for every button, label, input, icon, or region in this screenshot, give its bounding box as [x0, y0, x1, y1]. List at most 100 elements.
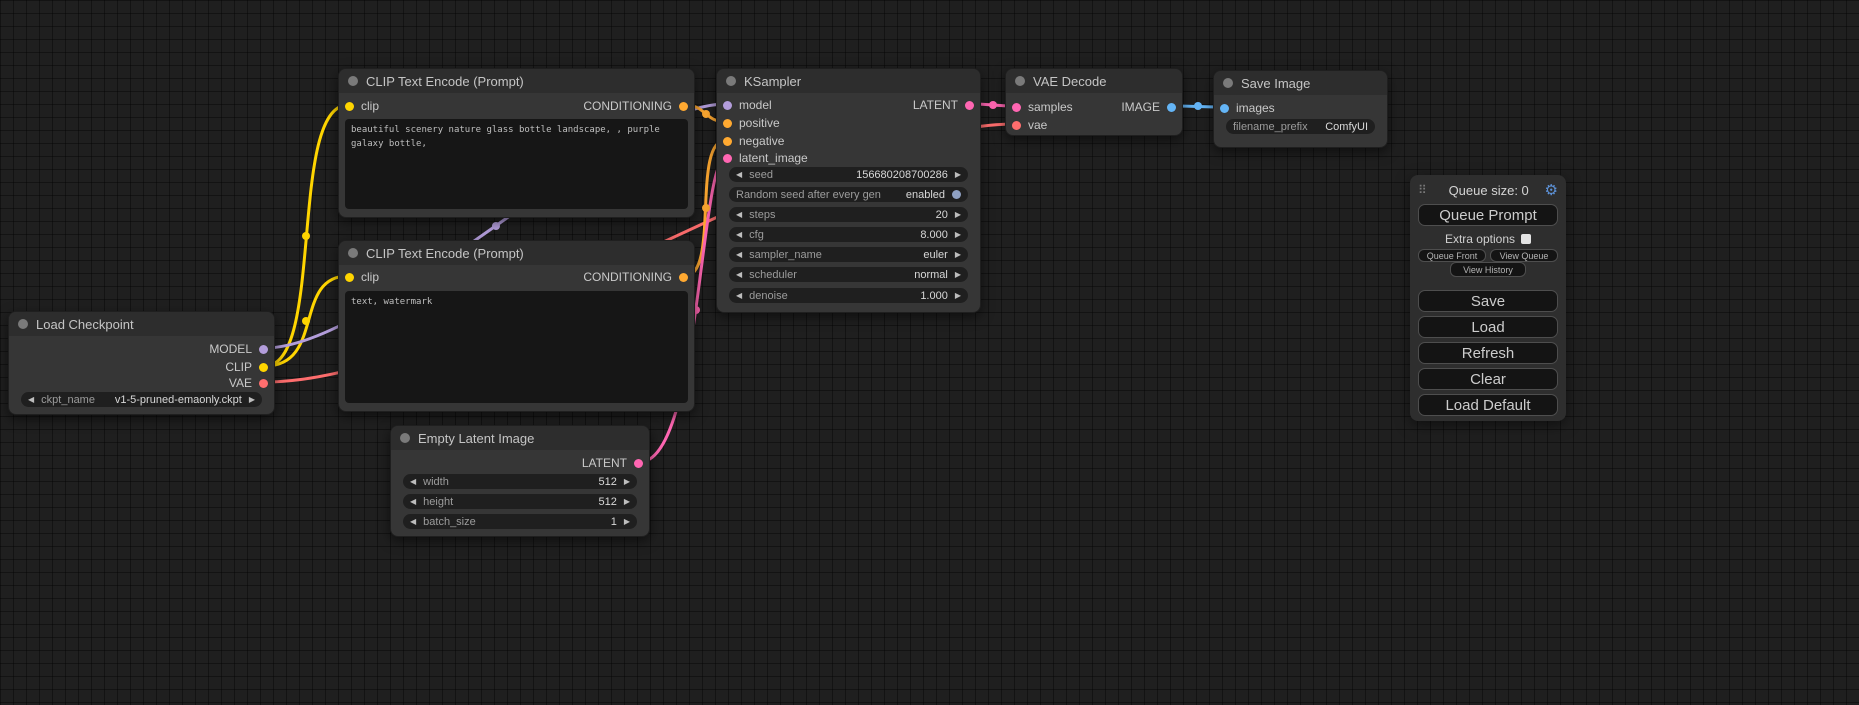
- input-port-samples[interactable]: [1012, 103, 1021, 112]
- filename-prefix-widget[interactable]: filename_prefix ComfyUI: [1226, 119, 1375, 134]
- prompt-text-area[interactable]: text, watermark: [345, 291, 688, 403]
- denoise-widget[interactable]: ◀ denoise 1.000 ▶: [729, 288, 968, 303]
- clear-button[interactable]: Clear: [1418, 368, 1558, 390]
- input-slot-images: images: [1220, 101, 1275, 115]
- decrement-arrow-icon[interactable]: ◀: [736, 292, 742, 300]
- increment-arrow-icon[interactable]: ▶: [624, 478, 630, 486]
- input-port-negative[interactable]: [723, 137, 732, 146]
- node-graph-canvas[interactable]: Load Checkpoint MODEL CLIP VAE ◀ ckpt_na…: [0, 0, 1859, 705]
- node-clip-text-encode-positive[interactable]: CLIP Text Encode (Prompt) clip CONDITION…: [338, 68, 695, 218]
- decrement-arrow-icon[interactable]: ◀: [736, 251, 742, 259]
- output-slot-latent: LATENT: [582, 456, 643, 470]
- node-title-bar[interactable]: CLIP Text Encode (Prompt): [339, 69, 694, 93]
- decrement-arrow-icon[interactable]: ◀: [736, 211, 742, 219]
- decrement-arrow-icon[interactable]: ◀: [410, 498, 416, 506]
- output-slot-latent: LATENT: [913, 98, 974, 112]
- slot-label: images: [1236, 101, 1275, 115]
- output-port-latent[interactable]: [965, 101, 974, 110]
- node-save-image[interactable]: Save Image images filename_prefix ComfyU…: [1213, 70, 1388, 148]
- input-port-images[interactable]: [1220, 104, 1229, 113]
- height-widget[interactable]: ◀ height 512 ▶: [403, 494, 637, 509]
- input-port-vae[interactable]: [1012, 121, 1021, 130]
- input-port-clip[interactable]: [345, 273, 354, 282]
- sampler-name-widget[interactable]: ◀ sampler_name euler ▶: [729, 247, 968, 262]
- decrement-arrow-icon[interactable]: ◀: [736, 271, 742, 279]
- decrement-arrow-icon[interactable]: ◀: [28, 396, 34, 404]
- node-title-bar[interactable]: KSampler: [717, 69, 980, 93]
- random-seed-toggle-widget[interactable]: Random seed after every gen enabled: [729, 187, 968, 202]
- cfg-widget[interactable]: ◀ cfg 8.000 ▶: [729, 227, 968, 242]
- widget-name: steps: [749, 209, 775, 221]
- output-port-model[interactable]: [259, 345, 268, 354]
- input-slot-negative: negative: [723, 134, 784, 148]
- node-title-bar[interactable]: Save Image: [1214, 71, 1387, 95]
- widget-name: width: [423, 476, 449, 488]
- input-port-clip[interactable]: [345, 102, 354, 111]
- node-vae-decode[interactable]: VAE Decode samples vae IMAGE: [1005, 68, 1183, 136]
- batch-size-widget[interactable]: ◀ batch_size 1 ▶: [403, 514, 637, 529]
- output-port-clip[interactable]: [259, 363, 268, 372]
- increment-arrow-icon[interactable]: ▶: [955, 211, 961, 219]
- save-button[interactable]: Save: [1418, 290, 1558, 312]
- input-slot-vae: vae: [1012, 118, 1047, 132]
- node-title-bar[interactable]: Empty Latent Image: [391, 426, 649, 450]
- width-widget[interactable]: ◀ width 512 ▶: [403, 474, 637, 489]
- refresh-button[interactable]: Refresh: [1418, 342, 1558, 364]
- node-title-bar[interactable]: Load Checkpoint: [9, 312, 274, 336]
- increment-arrow-icon[interactable]: ▶: [624, 518, 630, 526]
- node-collapse-dot-icon[interactable]: [726, 76, 736, 86]
- increment-arrow-icon[interactable]: ▶: [249, 396, 255, 404]
- decrement-arrow-icon[interactable]: ◀: [736, 171, 742, 179]
- slot-label: negative: [739, 134, 784, 148]
- seed-widget[interactable]: ◀ seed 156680208700286 ▶: [729, 167, 968, 182]
- output-port-latent[interactable]: [634, 459, 643, 468]
- node-clip-text-encode-negative[interactable]: CLIP Text Encode (Prompt) clip CONDITION…: [338, 240, 695, 412]
- node-collapse-dot-icon[interactable]: [348, 76, 358, 86]
- load-button[interactable]: Load: [1418, 316, 1558, 338]
- view-history-button[interactable]: View History: [1450, 262, 1526, 277]
- steps-widget[interactable]: ◀ steps 20 ▶: [729, 207, 968, 222]
- node-collapse-dot-icon[interactable]: [348, 248, 358, 258]
- increment-arrow-icon[interactable]: ▶: [955, 251, 961, 259]
- node-collapse-dot-icon[interactable]: [400, 433, 410, 443]
- widget-name: seed: [749, 169, 773, 181]
- extra-options-checkbox[interactable]: [1521, 234, 1531, 244]
- node-title: Load Checkpoint: [36, 317, 134, 332]
- output-port-conditioning[interactable]: [679, 102, 688, 111]
- node-collapse-dot-icon[interactable]: [1015, 76, 1025, 86]
- load-default-button[interactable]: Load Default: [1418, 394, 1558, 416]
- queue-prompt-button[interactable]: Queue Prompt: [1418, 204, 1558, 226]
- input-port-latent-image[interactable]: [723, 154, 732, 163]
- increment-arrow-icon[interactable]: ▶: [955, 292, 961, 300]
- prompt-text-area[interactable]: beautiful scenery nature glass bottle la…: [345, 119, 688, 209]
- node-empty-latent-image[interactable]: Empty Latent Image LATENT ◀ width 512 ▶ …: [390, 425, 650, 537]
- increment-arrow-icon[interactable]: ▶: [955, 271, 961, 279]
- queue-front-button[interactable]: Queue Front: [1418, 249, 1486, 262]
- toggle-dot-icon[interactable]: [952, 190, 961, 199]
- ckpt-name-widget[interactable]: ◀ ckpt_name v1-5-pruned-emaonly.ckpt ▶: [21, 392, 262, 407]
- node-title-bar[interactable]: CLIP Text Encode (Prompt): [339, 241, 694, 265]
- widget-name: cfg: [749, 229, 764, 241]
- extra-options-row: Extra options: [1418, 231, 1558, 246]
- input-port-positive[interactable]: [723, 119, 732, 128]
- node-load-checkpoint[interactable]: Load Checkpoint MODEL CLIP VAE ◀ ckpt_na…: [8, 311, 275, 415]
- node-collapse-dot-icon[interactable]: [1223, 78, 1233, 88]
- node-collapse-dot-icon[interactable]: [18, 319, 28, 329]
- view-queue-button[interactable]: View Queue: [1490, 249, 1558, 262]
- increment-arrow-icon[interactable]: ▶: [955, 171, 961, 179]
- settings-gear-icon[interactable]: ⚙: [1545, 181, 1558, 199]
- decrement-arrow-icon[interactable]: ◀: [736, 231, 742, 239]
- output-port-image[interactable]: [1167, 103, 1176, 112]
- increment-arrow-icon[interactable]: ▶: [624, 498, 630, 506]
- input-port-model[interactable]: [723, 101, 732, 110]
- increment-arrow-icon[interactable]: ▶: [955, 231, 961, 239]
- drag-handle-icon[interactable]: ⠿: [1418, 183, 1427, 197]
- node-title-bar[interactable]: VAE Decode: [1006, 69, 1182, 93]
- output-port-conditioning[interactable]: [679, 273, 688, 282]
- node-ksampler[interactable]: KSampler model positive negative latent_…: [716, 68, 981, 313]
- output-port-vae[interactable]: [259, 379, 268, 388]
- decrement-arrow-icon[interactable]: ◀: [410, 478, 416, 486]
- scheduler-widget[interactable]: ◀ scheduler normal ▶: [729, 267, 968, 282]
- decrement-arrow-icon[interactable]: ◀: [410, 518, 416, 526]
- link-midpoint-dot: [989, 101, 997, 109]
